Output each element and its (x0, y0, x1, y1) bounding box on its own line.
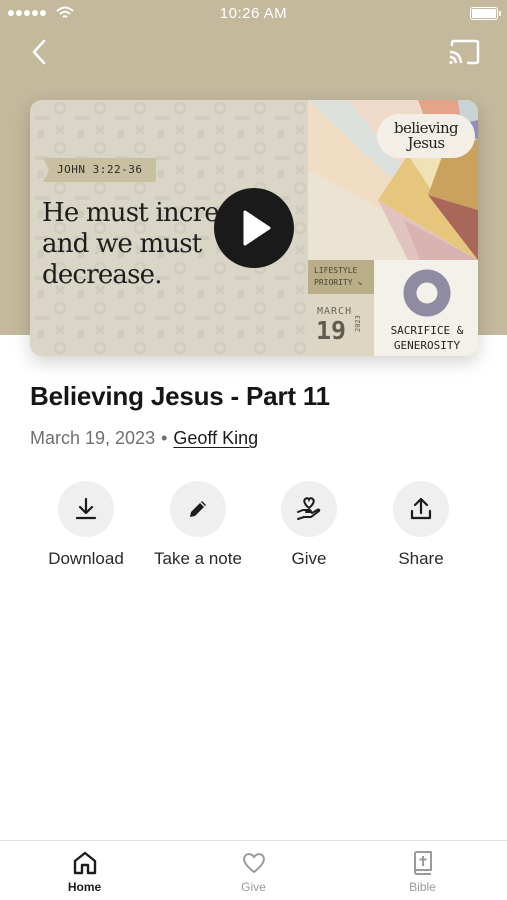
speaker-link[interactable]: Geoff King (173, 428, 258, 448)
series-logo: believing Jesus (377, 114, 475, 158)
status-time: 10:26 AM (219, 5, 288, 22)
play-icon (243, 210, 271, 246)
back-button[interactable] (26, 36, 56, 68)
topic-label: SACRIFICE & GENEROSITY (390, 324, 464, 352)
download-icon (75, 497, 97, 520)
sermon-meta: March 19, 2023 • Geoff King (30, 428, 258, 449)
download-label: Download (48, 549, 124, 568)
tab-bible[interactable]: Bible (338, 841, 507, 900)
download-button[interactable]: Download (30, 481, 142, 569)
meta-separator: • (161, 428, 168, 448)
take-note-label: Take a note (154, 549, 242, 568)
bible-icon (413, 851, 432, 875)
artwork-date-year: 2023 (354, 315, 362, 332)
cast-icon[interactable] (447, 38, 481, 68)
tab-give[interactable]: Give (169, 841, 338, 900)
give-button[interactable]: Give (253, 481, 365, 569)
share-label: Share (398, 549, 444, 568)
tab-give-label: Give (241, 880, 266, 894)
take-note-button[interactable]: Take a note (142, 481, 254, 569)
home-icon (73, 851, 96, 875)
tab-bible-label: Bible (409, 880, 436, 894)
battery-icon (470, 7, 501, 20)
heart-icon (242, 853, 265, 874)
artwork-date-day: 19 (316, 316, 347, 345)
status-bar: 10:26 AM (0, 0, 507, 28)
verse-reference: JOHN 3:22-36 (43, 158, 157, 182)
sermon-date: March 19, 2023 (30, 428, 156, 448)
tab-home[interactable]: Home (0, 841, 169, 900)
hand-heart-icon (297, 497, 321, 520)
video-thumbnail[interactable]: believing Jesus JOHN 3:22-36 He must inc… (30, 100, 478, 356)
action-row: Download Take a note Give Share (30, 481, 477, 581)
share-icon (410, 497, 432, 520)
ring-icon (403, 269, 451, 317)
pencil-icon (190, 501, 206, 517)
give-label: Give (291, 549, 327, 568)
sermon-title: Believing Jesus - Part 11 (30, 381, 330, 411)
tab-home-label: Home (67, 880, 102, 894)
play-button[interactable] (214, 188, 294, 268)
lifestyle-priority-tag: LIFESTYLE PRIORITY ↘ (308, 260, 374, 294)
share-button[interactable]: Share (365, 481, 477, 569)
tab-bar: Home Give Bible (0, 840, 507, 900)
